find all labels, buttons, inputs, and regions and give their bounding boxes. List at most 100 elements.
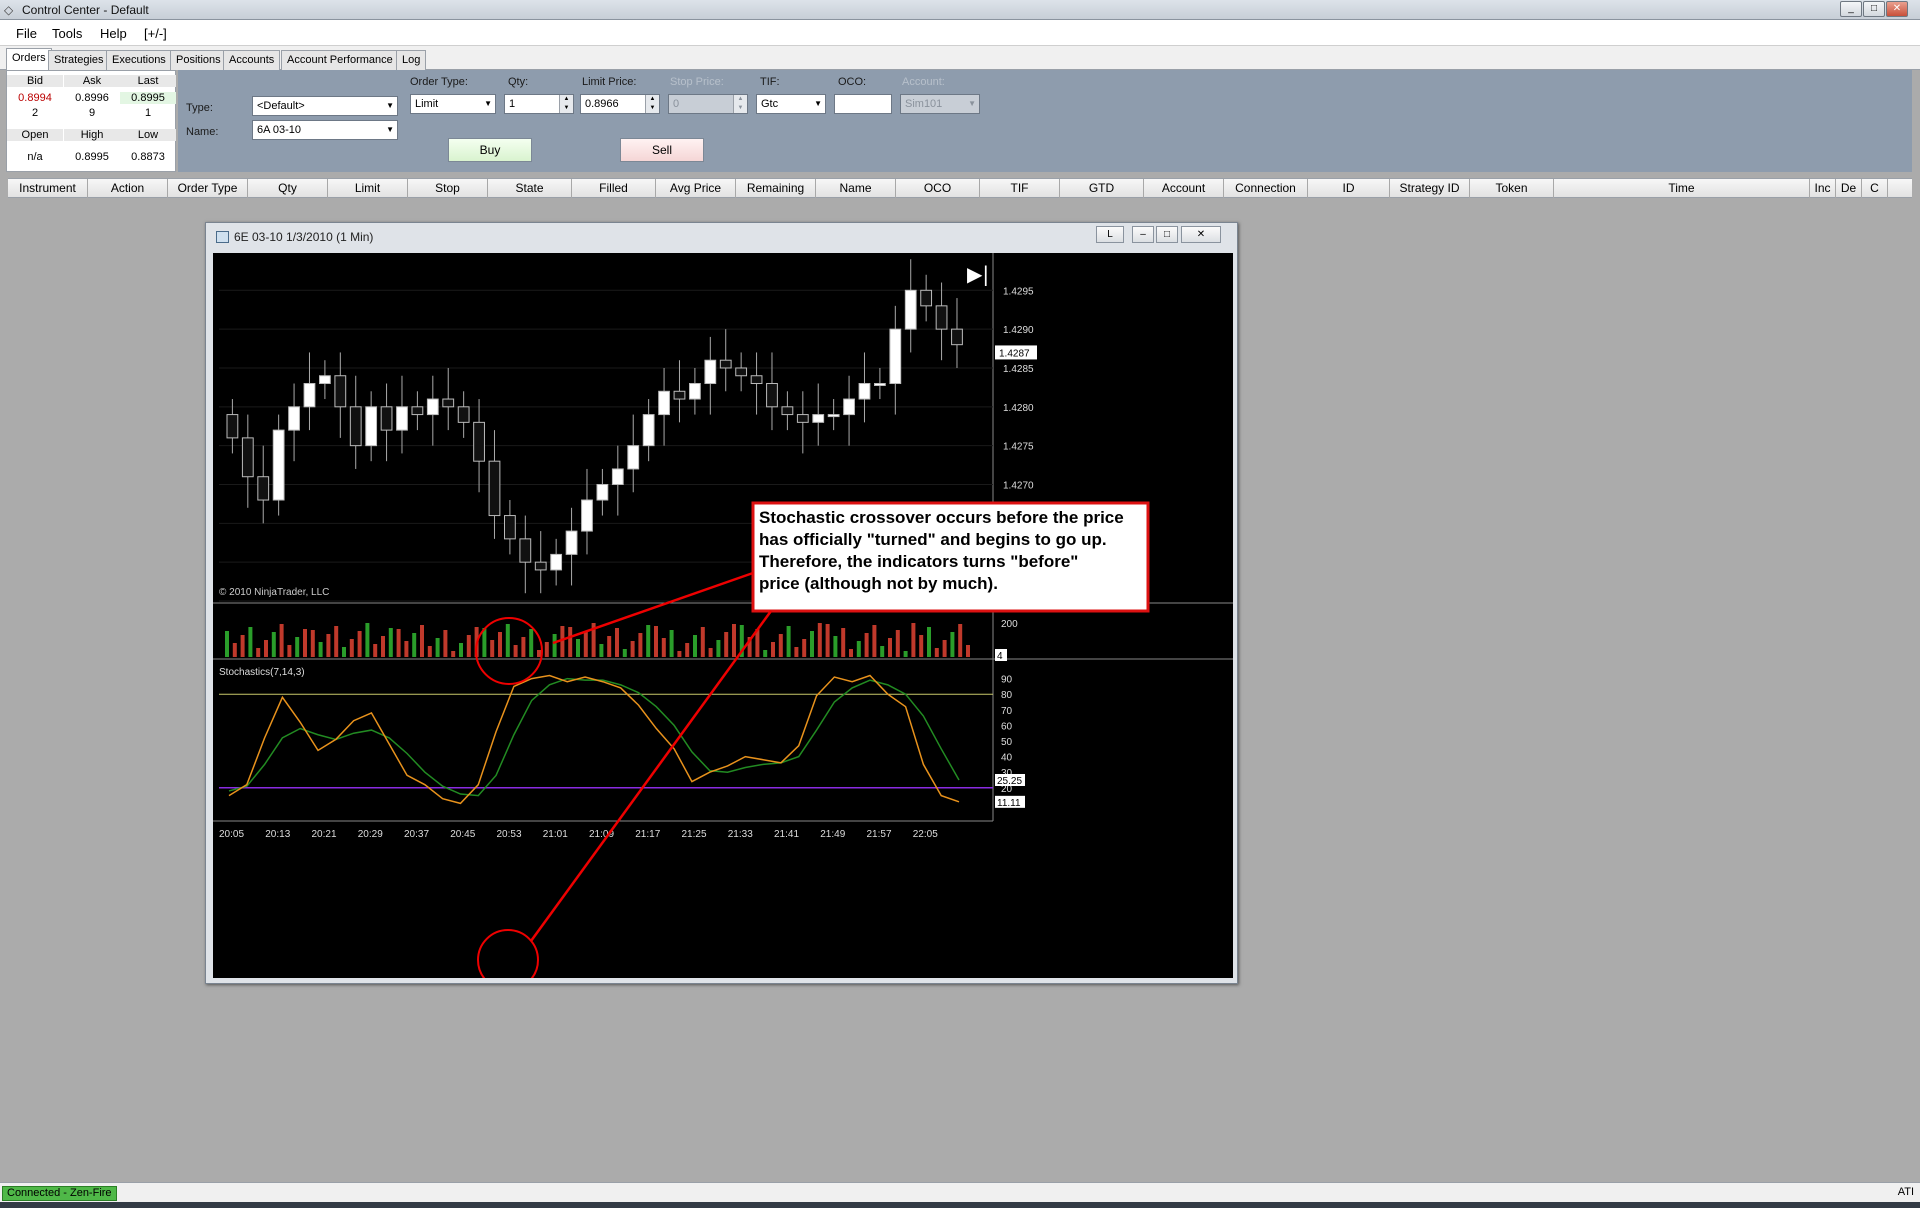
window-title: Control Center - Default [22,3,149,17]
annotation-arrow [529,610,773,942]
account-value: Sim101 [905,98,943,110]
tif-dropdown[interactable]: Gtc ▼ [756,94,826,114]
volume-bar [349,639,354,657]
column-header-action[interactable]: Action [88,179,168,198]
column-header-name[interactable]: Name [816,179,896,198]
candle-body [843,398,855,416]
chevron-down-icon: ▼ [814,99,822,108]
annotation-text-line: Stochastic crossover occurs before the p… [759,508,1124,527]
column-header-tif[interactable]: TIF [980,179,1060,198]
status-bar: Connected - Zen-Fire ATI [0,1182,1920,1202]
candle-body [442,398,455,408]
stoch-tick-label: 60 [1001,721,1013,732]
column-header-instrument[interactable]: Instrument [8,179,88,198]
last-price: 0.8995 [120,92,176,104]
chart-svg[interactable]: 1.4295 1.4290 1.4285 1.4280 1.4275 1.4270 1.42… [213,253,1233,991]
chart-window: 6E 03-10 1/3/2010 (1 Min) L – □ ✕ 1.4295… [205,222,1238,991]
column-header-strategy-id[interactable]: Strategy ID [1390,179,1470,198]
column-header-time[interactable]: Time [1554,179,1810,198]
volume-bar [240,635,245,657]
candle-body [411,406,424,416]
volume-bar [825,624,830,657]
column-header-remaining[interactable]: Remaining [736,179,816,198]
menu-file[interactable]: File [16,26,37,41]
volume-bar [552,634,557,657]
volume-bar [568,627,573,657]
volume-bar [888,638,892,657]
column-header-token[interactable]: Token [1470,179,1554,198]
order-entry-panel: Type: <Default> ▼ Name: 6A 03-10 ▼ Order T… [178,70,1912,172]
spin-arrows-icon[interactable]: ▲ ▼ [559,95,573,113]
column-header-oco[interactable]: OCO [896,179,980,198]
buy-button[interactable]: Buy [448,138,532,162]
column-header-account[interactable]: Account [1144,179,1224,198]
maximize-button[interactable]: □ [1863,1,1885,17]
close-button[interactable]: ✕ [1886,1,1908,17]
volume-bar [724,632,729,657]
column-header-de[interactable]: De [1836,179,1862,198]
tab-account-performance[interactable]: Account Performance [281,50,399,70]
type-dropdown[interactable]: <Default> ▼ [252,96,398,116]
chart-minimize-button[interactable]: – [1132,226,1154,243]
order-type-value: Limit [415,98,439,110]
chevron-down-icon: ▼ [484,99,492,108]
menu-plus-minus[interactable]: [+/-] [144,26,167,41]
tab-accounts[interactable]: Accounts [223,50,281,70]
candle-body [766,383,778,408]
candle-body [812,414,825,423]
qty-stepper[interactable]: 1 ▲ ▼ [504,94,574,114]
chart-maximize-button[interactable]: □ [1156,226,1178,243]
volume-bar [404,641,409,657]
volume-bar [700,627,705,657]
volume-bar [607,636,612,657]
limit-price-stepper[interactable]: 0.8966 ▲ ▼ [580,94,660,114]
volume-bar [412,633,417,657]
menu-help[interactable]: Help [100,26,127,41]
column-header-qty[interactable]: Qty [248,179,328,198]
column-header-connection[interactable]: Connection [1224,179,1308,198]
menu-tools[interactable]: Tools [52,26,82,41]
column-header-inc[interactable]: Inc [1810,179,1836,198]
column-header-c[interactable]: C [1862,179,1888,198]
volume-bar [841,628,846,657]
sell-button[interactable]: Sell [620,138,704,162]
order-type-dropdown[interactable]: Limit ▼ [410,94,496,114]
column-header-stop[interactable]: Stop [408,179,488,198]
tab-strategies[interactable]: Strategies [48,50,110,70]
last-label: Last [120,75,176,87]
candle-body [642,414,655,447]
column-header-filled[interactable]: Filled [572,179,656,198]
tab-executions[interactable]: Executions [106,50,172,70]
volume-bar [911,623,916,657]
column-header-id[interactable]: ID [1308,179,1390,198]
volume-bar [271,632,276,657]
chart-close-button[interactable]: ✕ [1181,226,1221,243]
tab-orders[interactable]: Orders [6,48,52,71]
link-button[interactable]: L [1096,226,1124,243]
volume-bar [459,643,463,657]
column-header-state[interactable]: State [488,179,572,198]
order-type-label: Order Type: [410,76,468,88]
volume-bar [365,623,370,657]
column-header-avg-price[interactable]: Avg Price [656,179,736,198]
column-header-limit[interactable]: Limit [328,179,408,198]
name-dropdown[interactable]: 6A 03-10 ▼ [252,120,398,140]
candle-body [272,429,285,501]
volume-bar [521,637,526,657]
chart-area[interactable]: 1.4295 1.4290 1.4285 1.4280 1.4275 1.4270 1.42… [213,253,1233,991]
volume-bar [482,628,487,657]
oco-input[interactable] [834,94,892,114]
column-header-gtd[interactable]: GTD [1060,179,1144,198]
time-tick-label: 21:41 [774,829,799,840]
qty-label: Qty: [508,76,529,88]
tab-positions[interactable]: Positions [170,50,227,70]
time-tick-label: 20:13 [265,829,290,840]
volume-bar [622,649,627,657]
minimize-button[interactable]: _ [1840,1,1862,17]
column-header-order-type[interactable]: Order Type [168,179,248,198]
volume-bar [927,627,931,657]
spin-arrows-icon[interactable]: ▲ ▼ [645,95,659,113]
tab-log[interactable]: Log [396,50,427,70]
price-tick-label: 1.4285 [1003,364,1034,375]
name-label: Name: [186,126,219,138]
